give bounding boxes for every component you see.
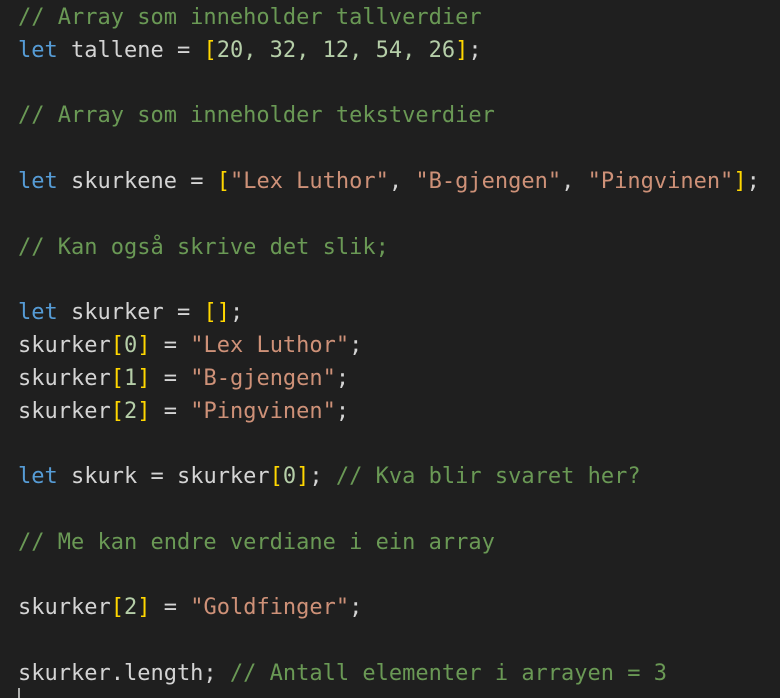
bracket-token: ] [137,398,151,424]
code-line[interactable]: // Me kan endre verdiane i ein array [18,527,760,560]
number-token: 20, 32, 12, 54, 26 [216,37,456,63]
identifier-token: skurker [18,398,111,424]
operator-token: = [150,398,191,424]
number-token: 0 [123,332,138,358]
bracket-token: ] [137,332,151,358]
identifier-token: skurk = skurker [57,464,270,490]
string-token: "Lex Luthor" [190,332,350,358]
operator-token: ; [746,168,760,194]
code-line[interactable]: let tallene = [20, 32, 12, 54, 26]; [18,35,760,68]
code-line[interactable] [18,560,760,593]
code-line[interactable]: skurker[2] = "Pingvinen"; [18,396,760,429]
text-cursor [18,688,20,698]
string-token: "Pingvinen" [587,168,734,194]
code-line[interactable] [18,199,760,232]
code-line[interactable] [18,494,760,527]
keyword-token: let [18,37,58,63]
code-line[interactable]: skurker[0] = "Lex Luthor"; [18,330,760,363]
code-line[interactable]: skurker.length; // Antall elementer i ar… [18,658,760,691]
code-line[interactable]: // Kan også skrive det slik; [18,232,760,265]
code-line[interactable] [18,428,760,461]
string-token: "Lex Luthor" [229,168,389,194]
bracket-token: [ [110,398,124,424]
operator-token: = [150,332,191,358]
comment-token: // Array som inneholder tekstverdier [18,103,495,129]
bracket-token: [ [110,595,124,621]
operator-token: ; [335,398,350,424]
keyword-token: let [18,168,58,194]
code-line[interactable]: skurker[2] = "Goldfinger"; [18,592,760,625]
bracket-token: ] [455,37,469,63]
number-token: 2 [123,595,138,621]
string-token: "Pingvinen" [190,398,336,424]
bracket-token: ] [137,365,151,391]
number-token: 0 [282,464,297,490]
identifier-token: tallene = [57,37,204,63]
number-token: 1 [123,365,138,391]
code-line[interactable]: // Array som inneholder tallverdier [18,2,760,35]
string-token: "B-gjengen" [415,168,562,194]
code-line[interactable] [18,264,760,297]
operator-token: ; [468,37,482,63]
identifier-token: skurker [18,595,111,621]
keyword-token: let [18,300,58,326]
bracket-token: [ [216,168,230,194]
operator-token: ; [349,332,363,358]
string-token: "Goldfinger" [190,595,350,621]
operator-token: = [150,595,191,621]
number-token: 2 [123,398,138,424]
bracket-token: ] [296,464,310,490]
code-editor[interactable]: // Array som inneholder tallverdier let t… [0,0,780,698]
bracket-token: [ [110,332,124,358]
identifier-token: skurker.length; [18,660,230,686]
code-line[interactable]: skurker[1] = "B-gjengen"; [18,363,760,396]
operator-token: , [388,168,416,194]
keyword-token: let [18,464,58,490]
code-line[interactable] [18,625,760,658]
code-line[interactable] [18,133,760,166]
code-area[interactable]: // Array som inneholder tallverdier let t… [18,2,760,691]
comment-token: // Kva blir svaret her? [335,464,641,490]
bracket-token: [] [203,300,230,326]
code-line[interactable]: let skurker = []; [18,297,760,330]
string-token: "B-gjengen" [190,365,336,391]
bracket-token: ] [733,168,747,194]
operator-token: ; [229,300,244,326]
identifier-token: skurker [18,332,111,358]
operator-token: ; [335,365,350,391]
operator-token: ; [349,595,363,621]
code-line[interactable]: let skurkene = ["Lex Luthor", "B-gjengen… [18,166,760,199]
identifier-token: skurker [18,365,111,391]
operator-token: , [561,168,588,194]
comment-token: // Antall elementer i arrayen = 3 [229,660,668,686]
bracket-token: ] [137,595,151,621]
comment-token: // Me kan endre verdiane i ein array [18,529,495,555]
code-line[interactable] [18,68,760,101]
identifier-token: skurkene = [57,168,217,194]
bracket-token: [ [110,365,124,391]
operator-token: = [150,365,191,391]
operator-token: ; [309,464,336,490]
code-line[interactable]: let skurk = skurker[0]; // Kva blir svar… [18,461,760,494]
comment-token: // Array som inneholder tallverdier [18,5,482,30]
comment-token: // Kan også skrive det slik; [18,234,389,260]
bracket-token: [ [269,464,283,490]
bracket-token: [ [203,37,217,63]
code-line[interactable]: // Array som inneholder tekstverdier [18,100,760,133]
identifier-token: skurker = [57,300,204,326]
